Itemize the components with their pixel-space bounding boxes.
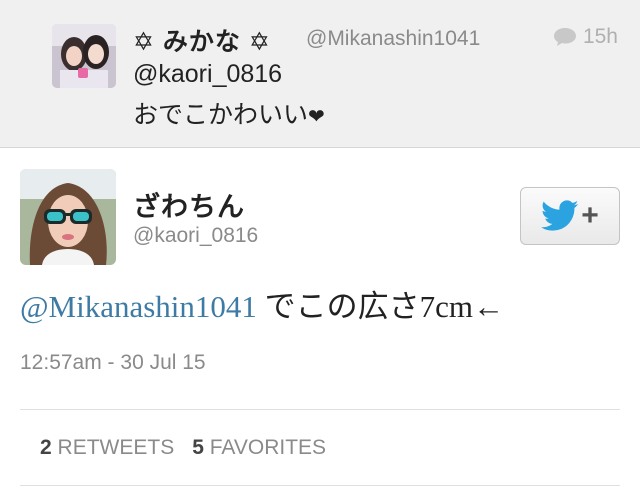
retweets-label: RETWEETS <box>57 436 175 459</box>
reply-avatar[interactable] <box>52 24 116 88</box>
reply-time-text: 15h <box>582 25 618 48</box>
avatar-photo-icon <box>52 24 116 88</box>
reply-text: おでこかわいい❤ <box>133 95 325 131</box>
retweets-stat[interactable]: 2 RETWEETS <box>40 436 174 460</box>
tweet-display-name[interactable]: ざわちん <box>133 185 245 224</box>
follow-button[interactable]: + <box>520 187 620 245</box>
divider <box>20 409 620 410</box>
tweet-avatar[interactable] <box>20 169 116 265</box>
tweet-stats: 2 RETWEETS 5 FAVORITES <box>40 436 326 460</box>
follow-plus-icon: + <box>581 199 599 232</box>
speech-bubble-icon <box>553 28 576 46</box>
avatar-photo-icon <box>20 169 116 265</box>
tweet-mention-link[interactable]: @Mikanashin1041 <box>20 289 257 324</box>
favorites-stat[interactable]: 5 FAVORITES <box>192 436 326 460</box>
tweet-text: @Mikanashin1041 でこの広さ7cm← <box>20 281 504 326</box>
heart-icon: ❤ <box>308 106 325 128</box>
reply-timestamp: 15h <box>553 25 618 49</box>
twitter-bird-icon <box>541 200 579 231</box>
reply-display-name[interactable]: ✡ みかな ✡ <box>133 22 271 58</box>
favorites-label: FAVORITES <box>209 436 327 459</box>
tweet-timestamp: 12:57am - 30 Jul 15 <box>20 351 206 374</box>
reply-mention-link[interactable]: @kaori_0816 <box>133 60 282 89</box>
reply-username[interactable]: @Mikanashin1041 <box>306 27 480 51</box>
reply-tweet[interactable]: ✡ みかな ✡ @Mikanashin1041 15h @kaori_0816 … <box>0 0 640 148</box>
divider <box>20 485 620 486</box>
reply-text-body: おでこかわいい <box>133 101 309 129</box>
tweet-text-body: でこの広さ7cm← <box>256 289 505 324</box>
retweets-count: 2 <box>40 436 52 459</box>
favorites-count: 5 <box>192 436 204 459</box>
main-tweet: ざわちん @kaori_0816 + @Mikanashin1041 でこの広さ… <box>0 149 640 496</box>
tweet-username[interactable]: @kaori_0816 <box>133 224 258 248</box>
